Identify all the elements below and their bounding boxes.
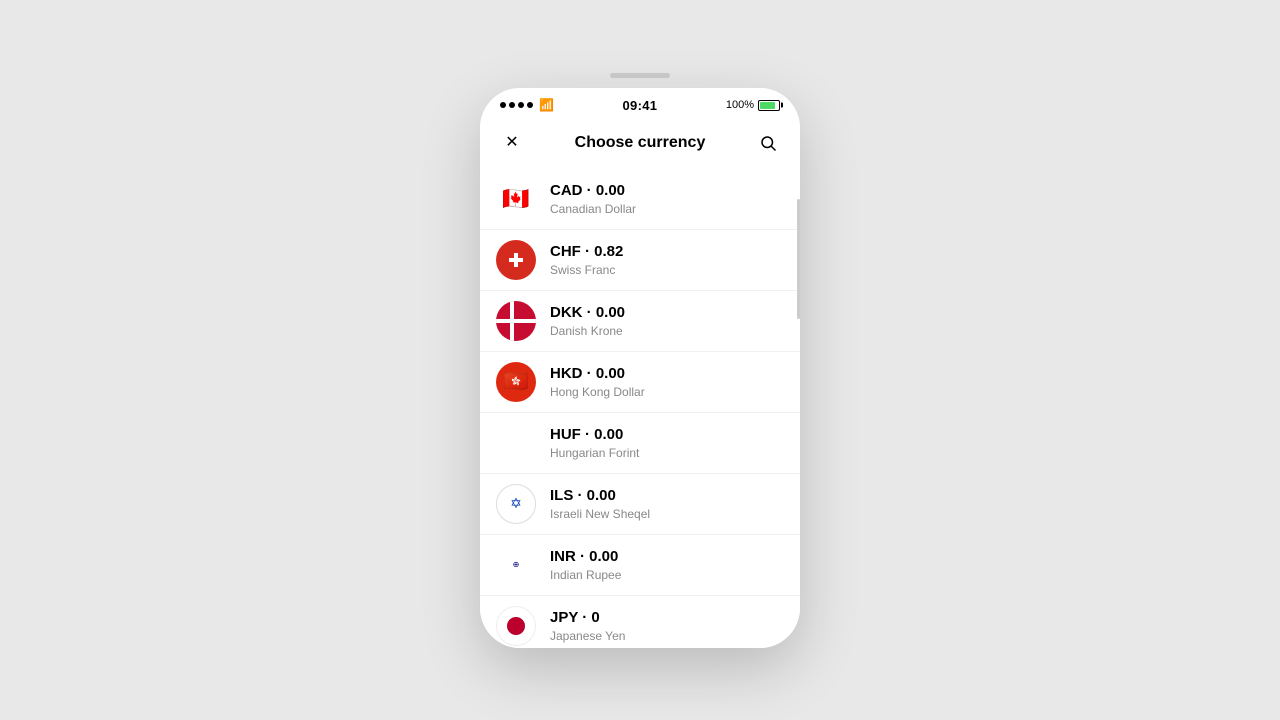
flag-canada: 🇨🇦	[496, 179, 536, 219]
currency-name: Swiss Franc	[550, 263, 784, 277]
search-button[interactable]	[752, 127, 784, 159]
flag-hk: 🇭🇰	[496, 362, 536, 402]
japan-circle	[507, 617, 525, 635]
currency-info: HKD · 0.00 Hong Kong Dollar	[550, 364, 784, 399]
page-title: Choose currency	[575, 134, 706, 152]
status-left: 📶	[500, 98, 554, 112]
currency-list[interactable]: 🇨🇦 CAD · 0.00 Canadian Dollar CHF · 0.82…	[480, 169, 800, 648]
phone-frame: 📶 09:41 100% ✕ Choose currency	[480, 88, 800, 648]
currency-name: Hong Kong Dollar	[550, 385, 784, 399]
signal-dot-3	[518, 102, 524, 108]
flag-switzerland	[496, 240, 536, 280]
status-bar: 📶 09:41 100%	[480, 88, 800, 119]
list-item[interactable]: DKK · 0.00 Danish Krone	[480, 291, 800, 352]
currency-code: HUF · 0.00	[550, 425, 784, 445]
currency-name: Danish Krone	[550, 324, 784, 338]
currency-name: Israeli New Sheqel	[550, 507, 784, 521]
currency-name: Canadian Dollar	[550, 202, 784, 216]
currency-code: CAD · 0.00	[550, 181, 784, 201]
status-time: 09:41	[623, 98, 658, 113]
signal-dot-2	[509, 102, 515, 108]
close-icon: ✕	[505, 135, 518, 151]
drag-handle	[610, 73, 670, 78]
currency-code: ILS · 0.00	[550, 486, 784, 506]
close-button[interactable]: ✕	[496, 127, 528, 159]
currency-code: CHF · 0.82	[550, 242, 784, 262]
currency-name: Indian Rupee	[550, 568, 784, 582]
phone-wrapper: 📶 09:41 100% ✕ Choose currency	[480, 73, 800, 648]
currency-code: DKK · 0.00	[550, 303, 784, 323]
flag-israel: ✡	[496, 484, 536, 524]
nav-bar: ✕ Choose currency	[480, 119, 800, 169]
list-item[interactable]: 🇨🇦 CAD · 0.00 Canadian Dollar	[480, 169, 800, 230]
search-icon	[759, 134, 777, 152]
flag-denmark	[496, 301, 536, 341]
list-item[interactable]: ⊕ INR · 0.00 Indian Rupee	[480, 535, 800, 596]
currency-code: INR · 0.00	[550, 547, 784, 567]
swiss-cross-icon	[509, 253, 523, 267]
currency-info: JPY · 0 Japanese Yen	[550, 608, 784, 643]
battery-percent: 100%	[726, 99, 754, 111]
battery-icon	[758, 100, 780, 111]
wifi-icon: 📶	[539, 98, 554, 112]
currency-code: JPY · 0	[550, 608, 784, 628]
list-item[interactable]: 🇭🇰 HKD · 0.00 Hong Kong Dollar	[480, 352, 800, 413]
list-item[interactable]: JPY · 0 Japanese Yen	[480, 596, 800, 648]
currency-name: Hungarian Forint	[550, 446, 784, 460]
scroll-indicator	[797, 169, 800, 648]
currency-info: ILS · 0.00 Israeli New Sheqel	[550, 486, 784, 521]
currency-code: HKD · 0.00	[550, 364, 784, 384]
battery-fill	[760, 102, 775, 109]
scroll-thumb	[797, 199, 800, 319]
flag-india: ⊕	[496, 545, 536, 585]
list-item[interactable]: HUF · 0.00 Hungarian Forint	[480, 413, 800, 474]
currency-info: CHF · 0.82 Swiss Franc	[550, 242, 784, 277]
signal-dot-1	[500, 102, 506, 108]
list-item[interactable]: CHF · 0.82 Swiss Franc	[480, 230, 800, 291]
status-right: 100%	[726, 99, 780, 111]
flag-japan	[496, 606, 536, 646]
flag-hungary	[496, 423, 536, 463]
currency-info: DKK · 0.00 Danish Krone	[550, 303, 784, 338]
list-item[interactable]: ✡ ILS · 0.00 Israeli New Sheqel	[480, 474, 800, 535]
currency-name: Japanese Yen	[550, 629, 784, 643]
currency-info: HUF · 0.00 Hungarian Forint	[550, 425, 784, 460]
signal-dot-4	[527, 102, 533, 108]
currency-info: INR · 0.00 Indian Rupee	[550, 547, 784, 582]
currency-info: CAD · 0.00 Canadian Dollar	[550, 181, 784, 216]
